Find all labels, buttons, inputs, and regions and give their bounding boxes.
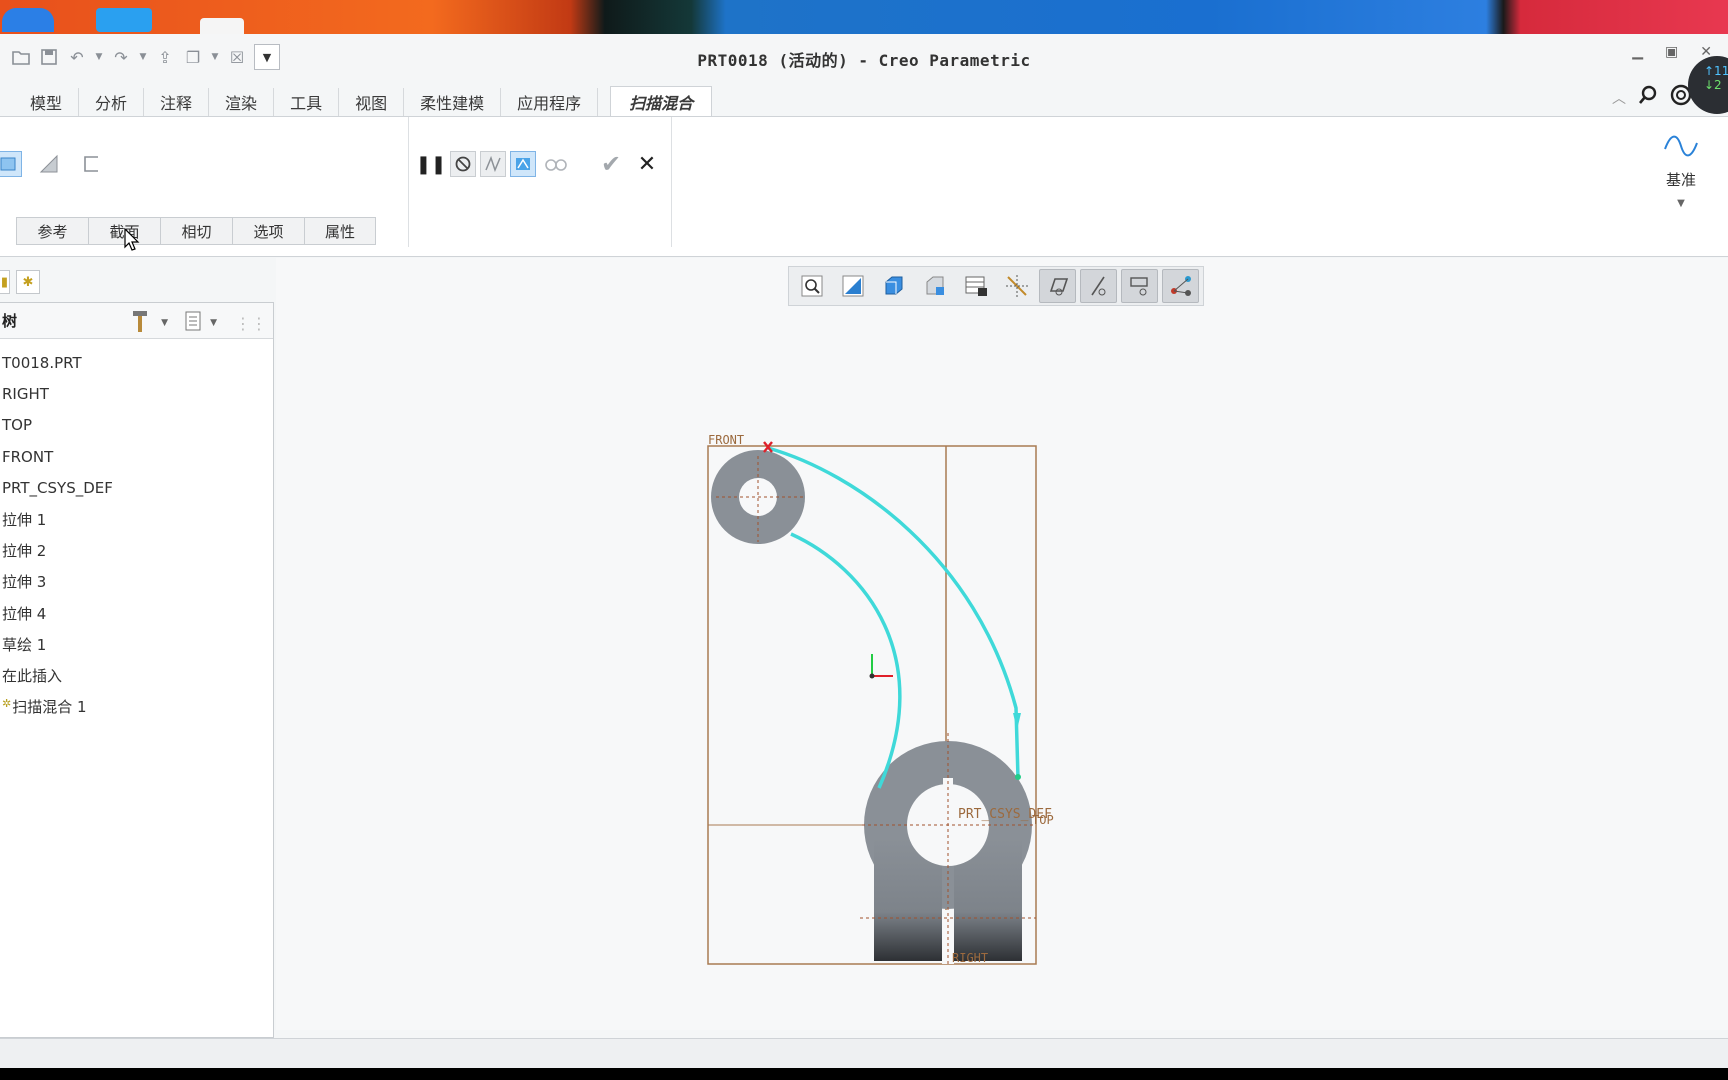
datum-curve-icon[interactable] xyxy=(1663,131,1699,161)
model-tree-tools: ▼ ▼ ⋮⋮ xyxy=(131,309,267,337)
title-bar: ↶ ▼ ↷ ▼ ⇪ ❐ ▼ ☒ ▼ PRT0018 (活动的) - Creo P… xyxy=(0,34,1728,80)
tree-item-extrude-3[interactable]: 拉伸 3 xyxy=(0,566,273,597)
tree-item-extrude-4[interactable]: 拉伸 4 xyxy=(0,597,273,628)
tree-item-right[interactable]: RIGHT xyxy=(0,378,273,409)
settings-hammer-icon[interactable] xyxy=(131,309,153,337)
collapse-ribbon-icon[interactable]: ︿ xyxy=(1612,88,1626,108)
ribbon-panel: 参考 截面 相切 选项 属性 ❚❚ ✔ ✕ 基准 ▼ xyxy=(0,117,1728,257)
tree-item-swept-blend-1[interactable]: ✲ 扫描混合 1 xyxy=(0,691,273,722)
datum-label: 基准 xyxy=(1665,171,1696,189)
new-feature-star-icon: ✲ xyxy=(2,697,12,711)
favorites-icon[interactable]: ✱ xyxy=(16,270,40,294)
tab-applications[interactable]: 应用程序 xyxy=(501,88,599,116)
desktop-taskbar-strip xyxy=(0,0,1728,42)
trajectory-end-point xyxy=(1015,774,1021,780)
surface-icon[interactable] xyxy=(36,151,62,177)
tree-item-top[interactable]: TOP xyxy=(0,410,273,441)
tree-item-extrude-2[interactable]: 拉伸 2 xyxy=(0,535,273,566)
tab-annotate[interactable]: 注释 xyxy=(144,88,210,116)
graphics-window[interactable]: FRONT PRT_CSYS_DEF TOP RIGHT xyxy=(276,258,1728,1030)
navigator-tabs: ▮ ✱ xyxy=(0,270,40,294)
subtab-tangency[interactable]: 相切 xyxy=(160,217,232,245)
inner-trajectory[interactable] xyxy=(790,532,902,789)
cancel-x-icon[interactable]: ✕ xyxy=(634,151,660,177)
tree-item-front[interactable]: FRONT xyxy=(0,441,273,472)
upload-speed: ↑11 xyxy=(1704,64,1728,78)
ribbon-separator xyxy=(671,117,672,247)
dashboard-subtabs: 参考 截面 相切 选项 属性 xyxy=(16,217,376,245)
model-tree-list: T0018.PRT RIGHT TOP FRONT PRT_CSYS_DEF 拉… xyxy=(0,339,273,723)
tab-tools[interactable]: 工具 xyxy=(274,88,340,116)
tree-item-part[interactable]: T0018.PRT xyxy=(0,347,273,378)
tree-item-insert-here[interactable]: 在此插入 xyxy=(0,660,273,691)
filter-tree-icon[interactable]: ⋮⋮ xyxy=(235,314,267,333)
solid-body-icon[interactable] xyxy=(0,151,22,177)
right-label[interactable]: RIGHT xyxy=(952,951,988,965)
subtab-references[interactable]: 参考 xyxy=(16,217,88,245)
maximize-icon[interactable]: ▣ xyxy=(1665,44,1678,60)
thin-icon[interactable] xyxy=(79,151,105,177)
folder-browser-icon[interactable]: ▮ xyxy=(0,270,10,294)
window-title: PRT0018 (活动的) - Creo Parametric xyxy=(697,51,1031,70)
subtab-options[interactable]: 选项 xyxy=(232,217,304,245)
screen-bottom-edge xyxy=(0,1068,1728,1080)
front-label[interactable]: FRONT xyxy=(708,433,744,447)
datum-dropdown-icon[interactable]: ▼ xyxy=(1656,198,1706,209)
status-bar xyxy=(0,1038,1728,1068)
tab-analysis[interactable]: 分析 xyxy=(79,88,145,116)
download-speed: ↓2 xyxy=(1704,78,1722,92)
creo-window: ↶ ▼ ↷ ▼ ⇪ ❐ ▼ ☒ ▼ PRT0018 (活动的) - Creo P… xyxy=(0,34,1728,1068)
model-tree-title: 树 xyxy=(2,312,18,330)
model-tree-panel: 树 ▼ ▼ ⋮⋮ T0018.PRT RIGHT TOP FRONT PRT_C… xyxy=(0,302,274,1038)
triad-origin xyxy=(869,673,875,679)
model-view[interactable]: FRONT PRT_CSYS_DEF TOP RIGHT xyxy=(276,258,1728,1030)
tree-item-extrude-1[interactable]: 拉伸 1 xyxy=(0,503,273,534)
feature-preview-icon[interactable] xyxy=(510,151,536,177)
show-icon[interactable] xyxy=(184,310,202,336)
windows-store-icon[interactable] xyxy=(96,8,152,32)
subtab-properties[interactable]: 属性 xyxy=(304,217,376,245)
tab-view[interactable]: 视图 xyxy=(339,88,405,116)
tree-item-sketch-1[interactable]: 草绘 1 xyxy=(0,629,273,660)
datum-group[interactable]: 基准 ▼ xyxy=(1656,131,1706,209)
tab-render[interactable]: 渲染 xyxy=(209,88,275,116)
tree-item-label: 扫描混合 1 xyxy=(12,698,87,717)
ribbon-tabs: 模型 分析 注释 渲染 工具 视图 柔性建模 应用程序 扫描混合 xyxy=(0,86,713,116)
tab-model[interactable]: 模型 xyxy=(0,88,80,116)
top-label[interactable]: TOP xyxy=(1032,813,1054,827)
verify-glasses-icon[interactable] xyxy=(543,151,569,177)
help-area: ︿ xyxy=(1612,84,1692,111)
tab-flexible-modeling[interactable]: 柔性建模 xyxy=(404,88,502,116)
window-controls: ▁ ▣ ✕ xyxy=(1632,44,1712,60)
show-dropdown-icon[interactable]: ▼ xyxy=(210,318,217,328)
ribbon-separator xyxy=(408,117,409,247)
direction-arrow[interactable] xyxy=(1013,713,1021,730)
model-tree-header: 树 ▼ ▼ ⋮⋮ xyxy=(0,303,273,339)
search-icon[interactable] xyxy=(1638,85,1658,110)
settings-dropdown-icon[interactable]: ▼ xyxy=(161,318,168,328)
no-preview-icon[interactable] xyxy=(450,151,476,177)
mouse-cursor xyxy=(124,228,140,251)
keyway-slot xyxy=(943,778,953,794)
minimize-icon[interactable]: ▁ xyxy=(1632,44,1643,60)
apply-checkmark-icon[interactable]: ✔ xyxy=(598,150,624,178)
outer-trajectory[interactable] xyxy=(767,446,1020,779)
browser-icon[interactable] xyxy=(2,8,54,32)
preview-geometry-icon[interactable] xyxy=(480,151,506,177)
pause-icon[interactable]: ❚❚ xyxy=(416,151,446,177)
tab-swept-blend[interactable]: 扫描混合 xyxy=(610,86,713,116)
tree-item-csys[interactable]: PRT_CSYS_DEF xyxy=(0,472,273,503)
